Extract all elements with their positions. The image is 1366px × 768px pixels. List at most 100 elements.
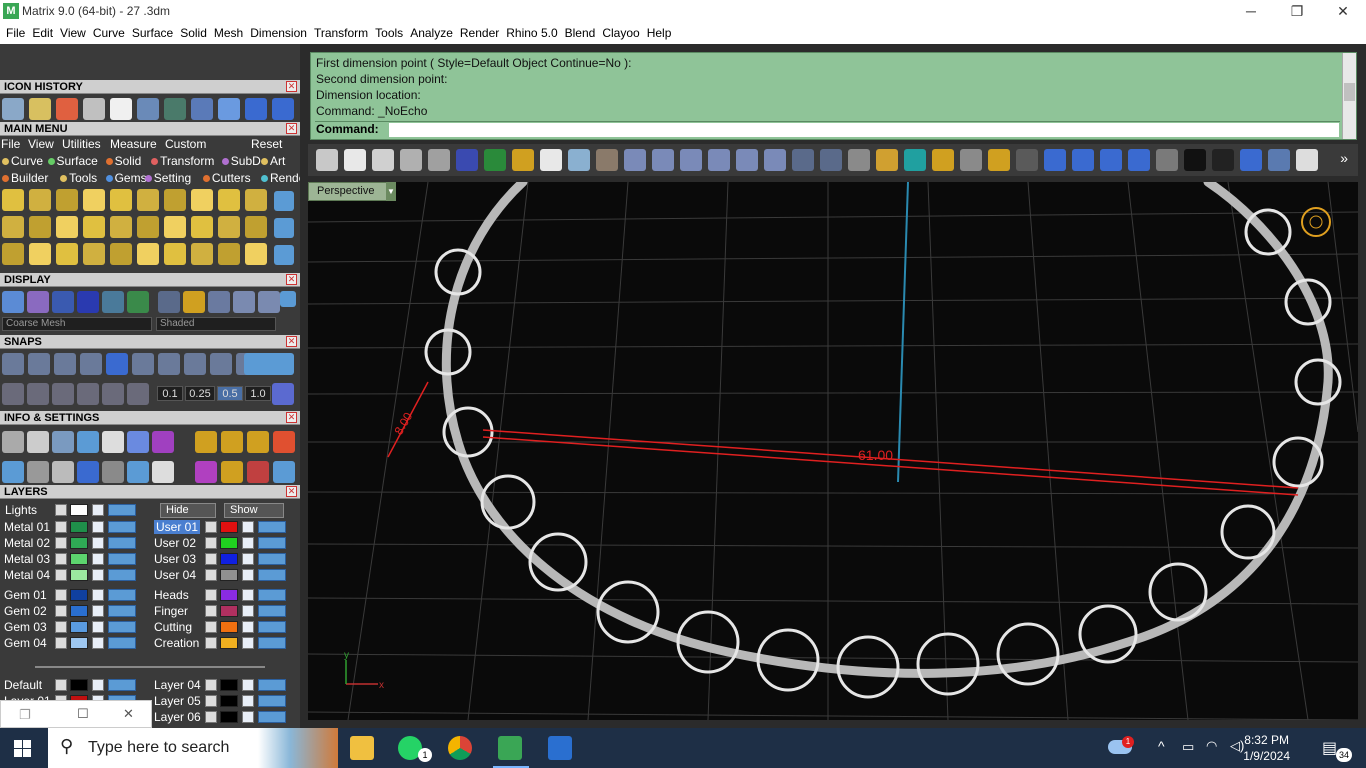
notifications-icon[interactable]: ▤ <box>1322 738 1337 758</box>
viewport-tool-icon-15[interactable] <box>708 149 730 171</box>
layer-visibility-toggle[interactable] <box>108 621 136 633</box>
menu-surface[interactable]: Surface <box>129 22 176 40</box>
layer-lights-color[interactable] <box>70 504 88 516</box>
layer-visibility-toggle[interactable] <box>108 589 136 601</box>
calculator-icon[interactable] <box>548 736 572 760</box>
snap-grid-icon[interactable] <box>272 383 294 405</box>
perspective-viewport[interactable]: 61.00 8.00 x y Perspective ▼ <box>308 182 1358 720</box>
layer-color-swatch[interactable] <box>220 711 238 723</box>
lock-icon[interactable] <box>92 679 104 691</box>
open-folder-icon[interactable] <box>218 98 240 120</box>
viewport-tool-icon-26[interactable] <box>1016 149 1038 171</box>
layer-visibility-toggle[interactable] <box>108 605 136 617</box>
image-icon[interactable] <box>247 431 269 453</box>
back-arrow-icon[interactable] <box>245 98 267 120</box>
viewport-tool-icon-36[interactable] <box>1296 149 1318 171</box>
maximize-icon[interactable]: ☐ <box>77 706 89 722</box>
tool-icon-r2c9[interactable] <box>218 216 240 238</box>
menu-dimension[interactable]: Dimension <box>247 22 310 40</box>
end-snap-icon[interactable] <box>2 353 24 375</box>
viewport-tool-icon-6[interactable] <box>456 149 478 171</box>
layer-expand-icon[interactable] <box>205 679 217 691</box>
layer-color-swatch[interactable] <box>70 569 88 581</box>
layer-visibility-toggle[interactable] <box>258 637 286 649</box>
tool-panel-toggle-icon[interactable] <box>274 218 294 238</box>
mm-category-subd[interactable]: SubD <box>221 154 261 168</box>
menu-curve[interactable]: Curve <box>90 22 128 40</box>
gem-icon[interactable] <box>152 431 174 453</box>
left-layer-name[interactable]: Gem 01 <box>4 588 47 602</box>
tool-icon-r3c8[interactable] <box>191 243 213 265</box>
snap-step-0.5[interactable]: 0.5 <box>217 386 243 401</box>
menu-mesh[interactable]: Mesh <box>211 22 246 40</box>
layer-expand-icon[interactable] <box>205 569 217 581</box>
lock-icon[interactable] <box>242 589 254 601</box>
globe-icon[interactable] <box>164 98 186 120</box>
viewport-tool-icon-27[interactable] <box>1044 149 1066 171</box>
tool-icon-r1c4[interactable] <box>83 189 105 211</box>
planar-icon[interactable] <box>77 383 99 405</box>
layer-expand-icon[interactable] <box>55 569 67 581</box>
wireframe-view-icon[interactable] <box>2 291 24 313</box>
right-layer-name[interactable]: User 03 <box>154 552 196 566</box>
tool-icon-r3c7[interactable] <box>164 243 186 265</box>
render-sphere-icon[interactable] <box>52 291 74 313</box>
environment-icon[interactable] <box>102 291 124 313</box>
layer-visibility-toggle[interactable] <box>258 537 286 549</box>
monitor-icon[interactable] <box>27 461 49 483</box>
taskbar-search-input[interactable]: ⚲ Type here to search <box>48 728 338 768</box>
chrome-icon[interactable] <box>448 736 472 760</box>
tool-icon-r2c5[interactable] <box>110 216 132 238</box>
lock-icon[interactable] <box>92 537 104 549</box>
mm-category-curve[interactable]: Curve <box>2 154 43 168</box>
layer-visibility-toggle[interactable] <box>258 695 286 707</box>
box-icon[interactable] <box>52 461 74 483</box>
layer-visibility-toggle[interactable] <box>258 621 286 633</box>
cube-icon[interactable] <box>77 431 99 453</box>
viewport-tab-perspective[interactable]: Perspective <box>308 182 396 201</box>
tool-icon-r3c4[interactable] <box>83 243 105 265</box>
lock-icon[interactable] <box>242 621 254 633</box>
menu-clayoo[interactable]: Clayoo <box>599 22 642 40</box>
mm-nav-view[interactable]: View <box>28 137 54 151</box>
layer-color-swatch[interactable] <box>70 589 88 601</box>
windows-start-icon[interactable] <box>14 740 32 758</box>
menu-rhino5[interactable]: Rhino 5.0 <box>503 22 560 40</box>
snap-step-1.0[interactable]: 1.0 <box>245 386 271 401</box>
viewport-tool-icon-30[interactable] <box>1128 149 1150 171</box>
perp-snap-icon[interactable] <box>158 353 180 375</box>
history-tool-icon[interactable] <box>2 98 24 120</box>
ortho-icon[interactable] <box>102 383 124 405</box>
layer-expand-icon[interactable] <box>205 621 217 633</box>
panel-close-icon[interactable]: ✕ <box>286 336 297 347</box>
tool-icon-r1c1[interactable] <box>2 189 24 211</box>
layer-expand-icon[interactable] <box>205 553 217 565</box>
layer-expand-icon[interactable] <box>55 537 67 549</box>
layer-expand-icon[interactable] <box>55 521 67 533</box>
mm-category-cutters[interactable]: Cutters <box>202 171 251 185</box>
tool-icon-r1c9[interactable] <box>218 189 240 211</box>
silver-sphere-icon[interactable] <box>233 291 255 313</box>
mid-snap-icon[interactable] <box>80 353 102 375</box>
layer-expand-icon[interactable] <box>55 679 67 691</box>
transform-icon[interactable] <box>273 461 295 483</box>
viewport-tool-icon-16[interactable] <box>736 149 758 171</box>
osnap-icon[interactable] <box>127 383 149 405</box>
menu-help[interactable]: Help <box>644 22 675 40</box>
viewport-tool-icon-8[interactable] <box>512 149 534 171</box>
viewport-tool-icon-11[interactable] <box>596 149 618 171</box>
near-snap-icon[interactable] <box>28 353 50 375</box>
viewport-tool-icon-2[interactable] <box>344 149 366 171</box>
layer-color-swatch[interactable] <box>220 569 238 581</box>
panel-close-icon[interactable]: ✕ <box>286 412 297 423</box>
lock-icon[interactable] <box>242 569 254 581</box>
layer-expand-icon[interactable] <box>205 695 217 707</box>
left-layer-name[interactable]: Gem 02 <box>4 604 47 618</box>
viewport-tool-icon-31[interactable] <box>1156 149 1178 171</box>
viewport-tool-icon-35[interactable] <box>1268 149 1290 171</box>
mm-nav-measure[interactable]: Measure <box>110 137 157 151</box>
layer-color-swatch[interactable] <box>220 621 238 633</box>
cylinder-icon[interactable] <box>77 461 99 483</box>
left-layer-name[interactable]: Metal 04 <box>4 568 50 582</box>
show-layers-button[interactable]: Show <box>224 503 284 518</box>
